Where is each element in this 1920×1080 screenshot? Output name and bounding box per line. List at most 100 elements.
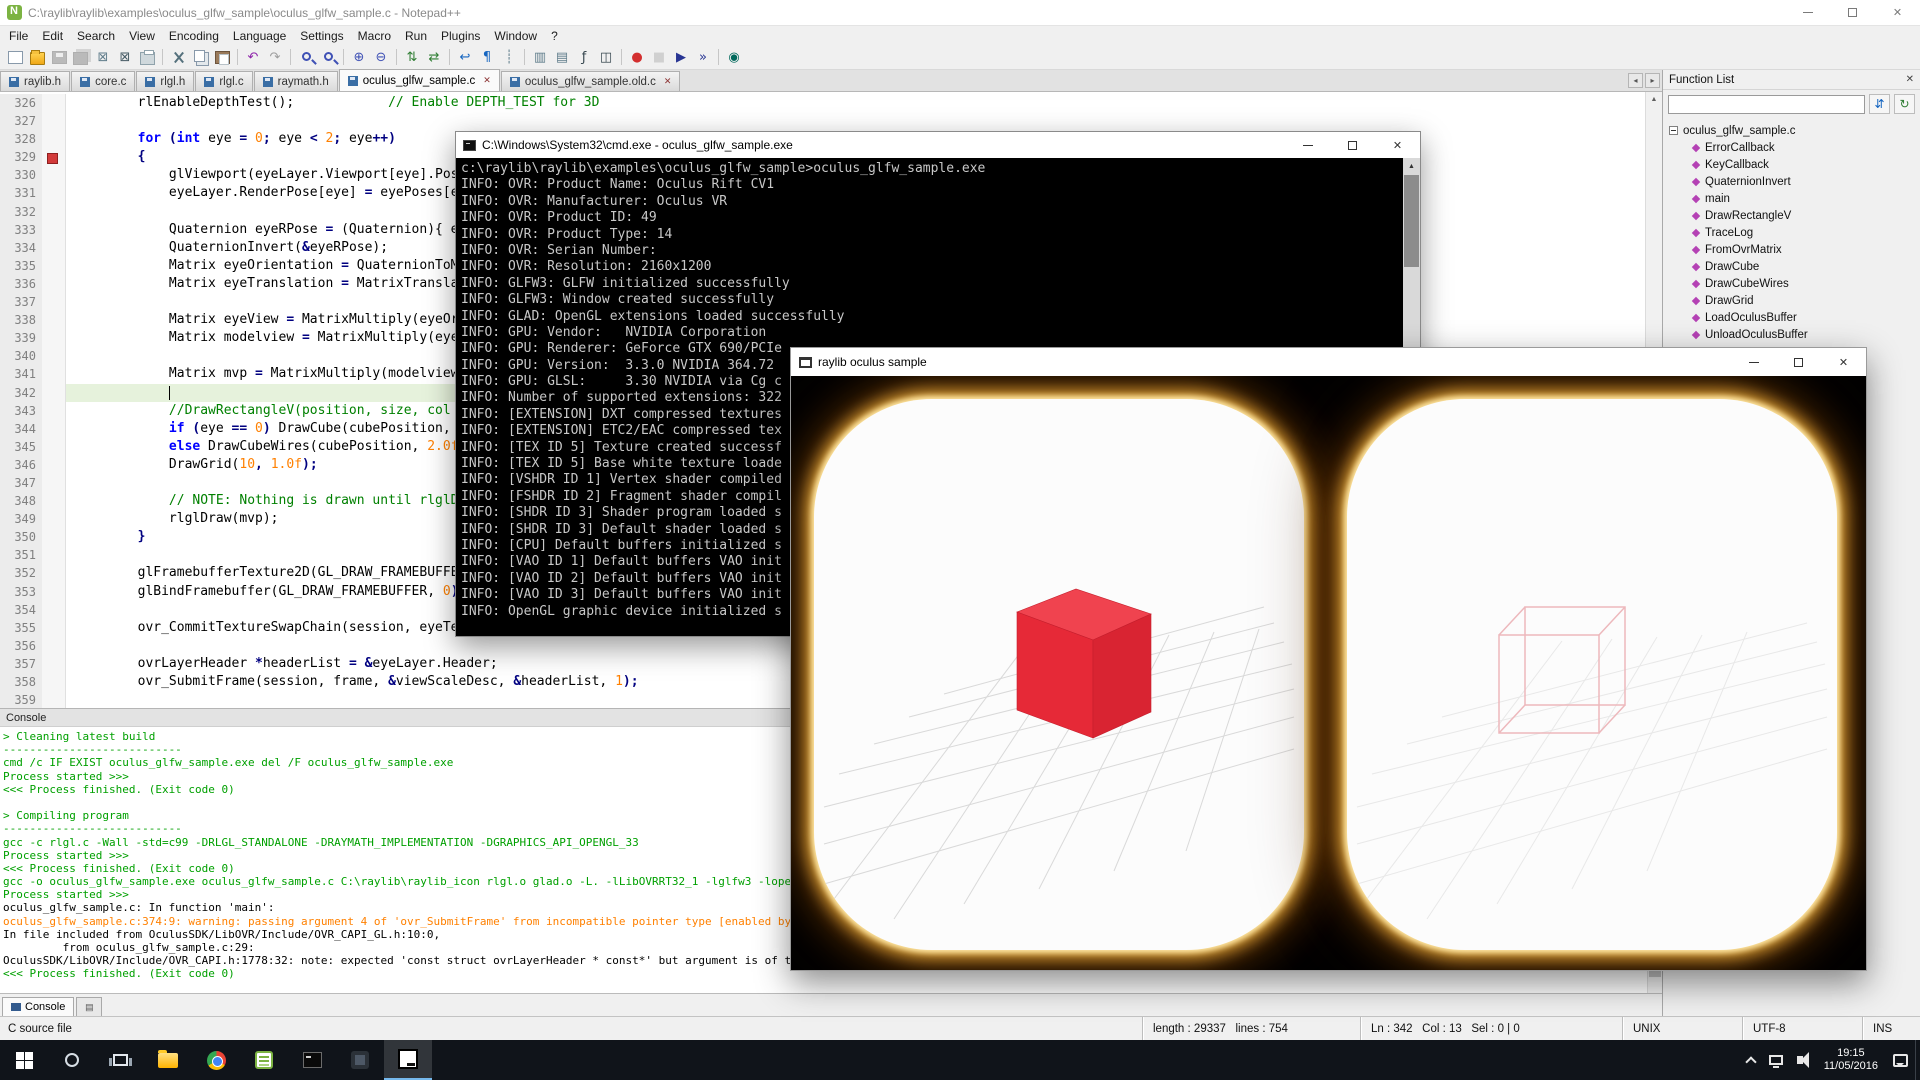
function-list-button[interactable]: ƒ <box>574 47 594 67</box>
new-file-button[interactable] <box>5 47 25 67</box>
replace-button[interactable] <box>318 47 338 67</box>
raylib-minimize-button[interactable] <box>1731 348 1776 376</box>
tab-oculus_glfw_sample.c[interactable]: oculus_glfw_sample.c✕ <box>339 69 500 91</box>
maximize-button[interactable] <box>1830 0 1875 25</box>
collapse-icon[interactable] <box>1669 126 1678 135</box>
show-desktop-button[interactable] <box>1915 1040 1920 1080</box>
start-taskbar-button[interactable] <box>0 1040 48 1080</box>
network-button[interactable] <box>1762 1040 1790 1080</box>
undo-button[interactable]: ↶ <box>243 47 263 67</box>
word-wrap-button[interactable]: ↩ <box>455 47 475 67</box>
play-macro-button[interactable]: ▶ <box>671 47 691 67</box>
function-list-item-LoadOculusBuffer[interactable]: LoadOculusBuffer <box>1669 309 1920 326</box>
cut-button[interactable] <box>168 47 188 67</box>
record-macro-button[interactable]: ● <box>627 47 647 67</box>
function-list-item-DrawRectangleV[interactable]: DrawRectangleV <box>1669 207 1920 224</box>
cmd-scroll-thumb[interactable] <box>1404 175 1419 267</box>
action-center-button[interactable] <box>1886 1040 1915 1080</box>
search-taskbar-button[interactable] <box>48 1040 96 1080</box>
menu-item-encoding[interactable]: Encoding <box>162 26 226 45</box>
cmd-title-bar[interactable]: C:\Windows\System32\cmd.exe - oculus_glf… <box>456 132 1420 158</box>
folder-as-workspace-button[interactable]: ◫ <box>596 47 616 67</box>
tab-scroll-right-button[interactable]: ▸ <box>1645 73 1660 88</box>
function-list-item-main[interactable]: main <box>1669 190 1920 207</box>
function-list-item-KeyCallback[interactable]: KeyCallback <box>1669 156 1920 173</box>
tab-oculus_glfw_sample.old.c[interactable]: oculus_glfw_sample.old.c✕ <box>501 71 681 91</box>
cmd-minimize-button[interactable] <box>1285 132 1330 158</box>
menu-item-settings[interactable]: Settings <box>293 26 350 45</box>
tab-close-icon[interactable]: ✕ <box>483 75 491 86</box>
open-folder-button[interactable] <box>27 47 47 67</box>
function-list-search-input[interactable] <box>1668 95 1865 114</box>
stop-macro-button[interactable]: ■ <box>649 47 669 67</box>
tab-core.c[interactable]: core.c <box>71 71 135 91</box>
indent-guide-button[interactable]: ┊ <box>499 47 519 67</box>
paste-button[interactable] <box>212 47 232 67</box>
taskbar-clock[interactable]: 19:15 11/05/2016 <box>1816 1040 1886 1080</box>
cmd-taskbar-button[interactable] <box>288 1040 336 1080</box>
show-all-characters-button[interactable]: ¶ <box>477 47 497 67</box>
menu-item-window[interactable]: Window <box>487 26 544 45</box>
tab-rlgl.c[interactable]: rlgl.c <box>195 71 252 91</box>
function-list-item-UnloadOculusBuffer[interactable]: UnloadOculusBuffer <box>1669 326 1920 343</box>
minimize-button[interactable] <box>1785 0 1830 25</box>
menu-item-?[interactable]: ? <box>544 26 565 45</box>
function-list-item-DrawGrid[interactable]: DrawGrid <box>1669 292 1920 309</box>
menu-item-plugins[interactable]: Plugins <box>434 26 487 45</box>
menu-item-run[interactable]: Run <box>398 26 434 45</box>
notepad-plus-plus-taskbar-button[interactable] <box>240 1040 288 1080</box>
close-all-docs-button[interactable]: ⊠ <box>115 47 135 67</box>
close-doc-button[interactable]: ⊠ <box>93 47 113 67</box>
console-tab[interactable]: Console <box>2 997 74 1016</box>
function-list-item-DrawCube[interactable]: DrawCube <box>1669 258 1920 275</box>
tab-rlgl.h[interactable]: rlgl.h <box>136 71 194 91</box>
status-eol-format[interactable]: UNIX <box>1622 1017 1742 1040</box>
volume-button[interactable] <box>1790 1040 1816 1080</box>
chrome-taskbar-button[interactable] <box>192 1040 240 1080</box>
function-list-reload-button[interactable]: ↻ <box>1894 94 1915 114</box>
function-list-item-QuaternionInvert[interactable]: QuaternionInvert <box>1669 173 1920 190</box>
tab-raylib.h[interactable]: raylib.h <box>0 71 70 91</box>
status-insert-mode[interactable]: INS <box>1862 1017 1920 1040</box>
tray-expand-button[interactable] <box>1740 1040 1762 1080</box>
function-list-item-DrawCubeWires[interactable]: DrawCubeWires <box>1669 275 1920 292</box>
menu-item-view[interactable]: View <box>122 26 162 45</box>
zoom-out-button[interactable]: ⊖ <box>371 47 391 67</box>
raylib-taskbar-button[interactable] <box>384 1040 432 1080</box>
menu-item-file[interactable]: File <box>2 26 35 45</box>
print-button[interactable] <box>137 47 157 67</box>
function-list-sort-button[interactable]: ⇵ <box>1869 94 1890 114</box>
tab-scroll-left-button[interactable]: ◂ <box>1628 73 1643 88</box>
user-defined-dialog-button[interactable]: ▥ <box>530 47 550 67</box>
save-all-button[interactable] <box>71 47 91 67</box>
notepadpp-title-bar[interactable]: C:\raylib\raylib\examples\oculus_glfw_sa… <box>0 0 1920 26</box>
tab-close-icon[interactable]: ✕ <box>664 76 672 87</box>
task-view-taskbar-button[interactable] <box>96 1040 144 1080</box>
redo-button[interactable]: ↷ <box>265 47 285 67</box>
save-button[interactable] <box>49 47 69 67</box>
file-explorer-taskbar-button[interactable] <box>144 1040 192 1080</box>
menu-item-macro[interactable]: Macro <box>351 26 398 45</box>
monitoring-button[interactable]: ◉ <box>724 47 744 67</box>
tab-raymath.h[interactable]: raymath.h <box>254 71 338 91</box>
sync-horizontal-button[interactable]: ⇄ <box>424 47 444 67</box>
close-button[interactable] <box>1875 0 1920 25</box>
function-list-item-FromOvrMatrix[interactable]: FromOvrMatrix <box>1669 241 1920 258</box>
cmd-close-button[interactable] <box>1375 132 1420 158</box>
function-list-close-icon[interactable]: ✕ <box>1906 74 1914 85</box>
zoom-in-button[interactable]: ⊕ <box>349 47 369 67</box>
raylib-title-bar[interactable]: raylib oculus sample <box>791 348 1866 376</box>
cmd-maximize-button[interactable] <box>1330 132 1375 158</box>
document-map-button[interactable]: ▤ <box>552 47 572 67</box>
function-list-item-ErrorCallback[interactable]: ErrorCallback <box>1669 139 1920 156</box>
raylib-maximize-button[interactable] <box>1776 348 1821 376</box>
menu-item-search[interactable]: Search <box>70 26 122 45</box>
find-button[interactable] <box>296 47 316 67</box>
copy-button[interactable] <box>190 47 210 67</box>
menu-item-language[interactable]: Language <box>226 26 293 45</box>
raylib-close-button[interactable] <box>1821 348 1866 376</box>
function-list-item-TraceLog[interactable]: TraceLog <box>1669 224 1920 241</box>
sync-vertical-button[interactable]: ⇅ <box>402 47 422 67</box>
menu-item-edit[interactable]: Edit <box>35 26 70 45</box>
app-dark-taskbar-button[interactable] <box>336 1040 384 1080</box>
